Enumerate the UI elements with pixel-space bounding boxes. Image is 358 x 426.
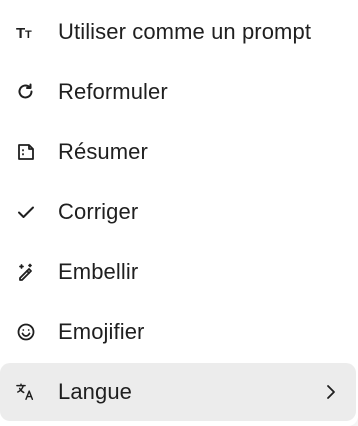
refresh-icon [16,82,36,102]
menu-item-embellish[interactable]: Embellir [0,243,356,301]
menu-item-label: Embellir [58,259,139,284]
menu-item-label: Emojifier [58,319,145,344]
menu-item-label: Langue [58,379,133,404]
menu-item-emojify[interactable]: Emojifier [0,303,356,361]
checkmark-icon [16,202,36,222]
menu-item-language[interactable]: Langue [0,363,356,421]
chevron-right-icon [324,382,338,402]
translate-icon [16,382,36,402]
menu-item-label: Résumer [58,139,148,164]
menu-item-use-as-prompt[interactable]: T T Utiliser comme un prompt [0,3,356,61]
menu-item-rephrase[interactable]: Reformuler [0,63,356,121]
menu-item-label: Reformuler [58,79,168,104]
svg-text:T: T [16,25,25,42]
smiley-icon [16,322,36,342]
summary-document-icon [16,142,36,162]
menu-item-label: Corriger [58,199,139,224]
magic-pen-icon [16,262,36,282]
context-menu: T T Utiliser comme un prompt Reformuler … [0,0,358,426]
text-size-icon: T T [16,22,36,42]
menu-item-label: Utiliser comme un prompt [58,19,312,44]
menu-item-summarize[interactable]: Résumer [0,123,356,181]
menu-item-correct[interactable]: Corriger [0,183,356,241]
svg-text:T: T [25,29,32,41]
